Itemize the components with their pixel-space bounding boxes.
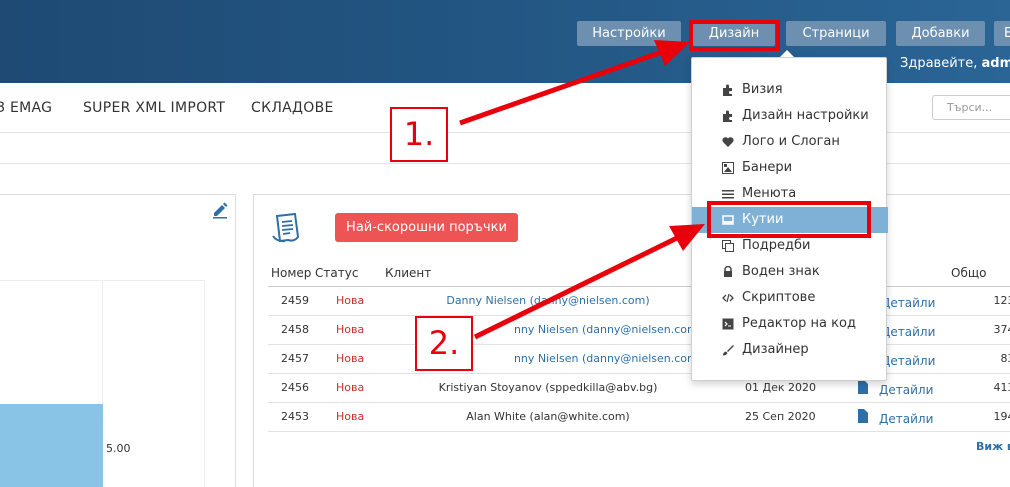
arrow-step-2	[473, 224, 705, 340]
annotation-arrows	[459, 40, 705, 340]
arrow-step-1	[459, 40, 690, 126]
